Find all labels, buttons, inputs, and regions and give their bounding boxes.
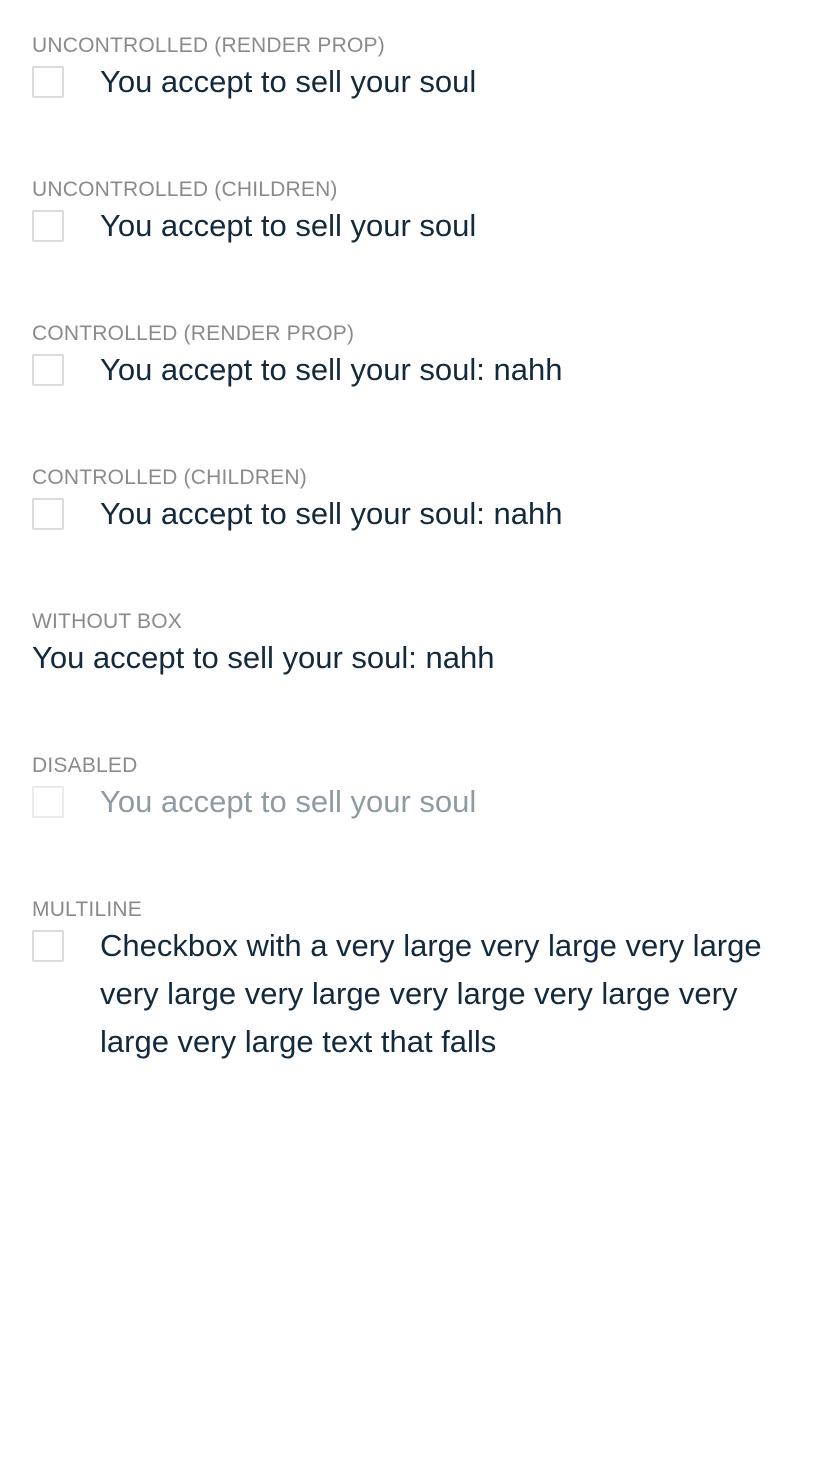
checkbox-row[interactable]: You accept to sell your soul: nahh	[32, 496, 792, 538]
checkbox-row[interactable]: You accept to sell your soul: nahh	[32, 640, 792, 682]
checkbox-row[interactable]: You accept to sell your soul	[32, 208, 792, 250]
checkbox-disabled	[32, 786, 64, 818]
checkbox-row[interactable]: You accept to sell your soul: nahh	[32, 352, 792, 394]
section-disabled: DISABLED You accept to sell your soul	[32, 754, 792, 826]
checkbox[interactable]	[32, 498, 64, 530]
checkbox-label[interactable]: You accept to sell your soul	[100, 202, 476, 250]
checkbox-label[interactable]: You accept to sell your soul: nahh	[32, 634, 494, 682]
checkbox[interactable]	[32, 210, 64, 242]
section-uncontrolled-children: UNCONTROLLED (CHILDREN) You accept to se…	[32, 178, 792, 250]
section-label: DISABLED	[32, 754, 138, 777]
checkbox-row[interactable]: You accept to sell your soul	[32, 64, 792, 106]
section-label: MULTILINE	[32, 898, 142, 921]
checkbox[interactable]	[32, 354, 64, 386]
section-uncontrolled-render-prop: UNCONTROLLED (RENDER PROP) You accept to…	[32, 34, 792, 106]
checkbox[interactable]	[32, 66, 64, 98]
checkbox-label: You accept to sell your soul	[100, 784, 477, 819]
section-controlled-render-prop: CONTROLLED (RENDER PROP) You accept to s…	[32, 322, 792, 394]
checkbox-label[interactable]: You accept to sell your soul	[100, 58, 476, 106]
checkbox-row[interactable]: Checkbox with a very large very large ve…	[32, 928, 792, 1066]
section-multiline: MULTILINE Checkbox with a very large ver…	[32, 898, 792, 1066]
section-without-box: WITHOUT BOX You accept to sell your soul…	[32, 610, 792, 682]
checkbox-label[interactable]: Checkbox with a very large very large ve…	[100, 922, 790, 1066]
section-label: UNCONTROLLED (RENDER PROP)	[32, 34, 385, 57]
section-label: WITHOUT BOX	[32, 610, 182, 633]
section-label: CONTROLLED (RENDER PROP)	[32, 322, 355, 345]
section-label: CONTROLLED (CHILDREN)	[32, 466, 307, 489]
checkbox-label[interactable]: You accept to sell your soul: nahh	[100, 490, 562, 538]
checkbox-label[interactable]: You accept to sell your soul: nahh	[100, 346, 562, 394]
checkbox-row: You accept to sell your soul	[32, 784, 792, 826]
checkbox[interactable]	[32, 930, 64, 962]
section-controlled-children: CONTROLLED (CHILDREN) You accept to sell…	[32, 466, 792, 538]
section-label: UNCONTROLLED (CHILDREN)	[32, 178, 338, 201]
